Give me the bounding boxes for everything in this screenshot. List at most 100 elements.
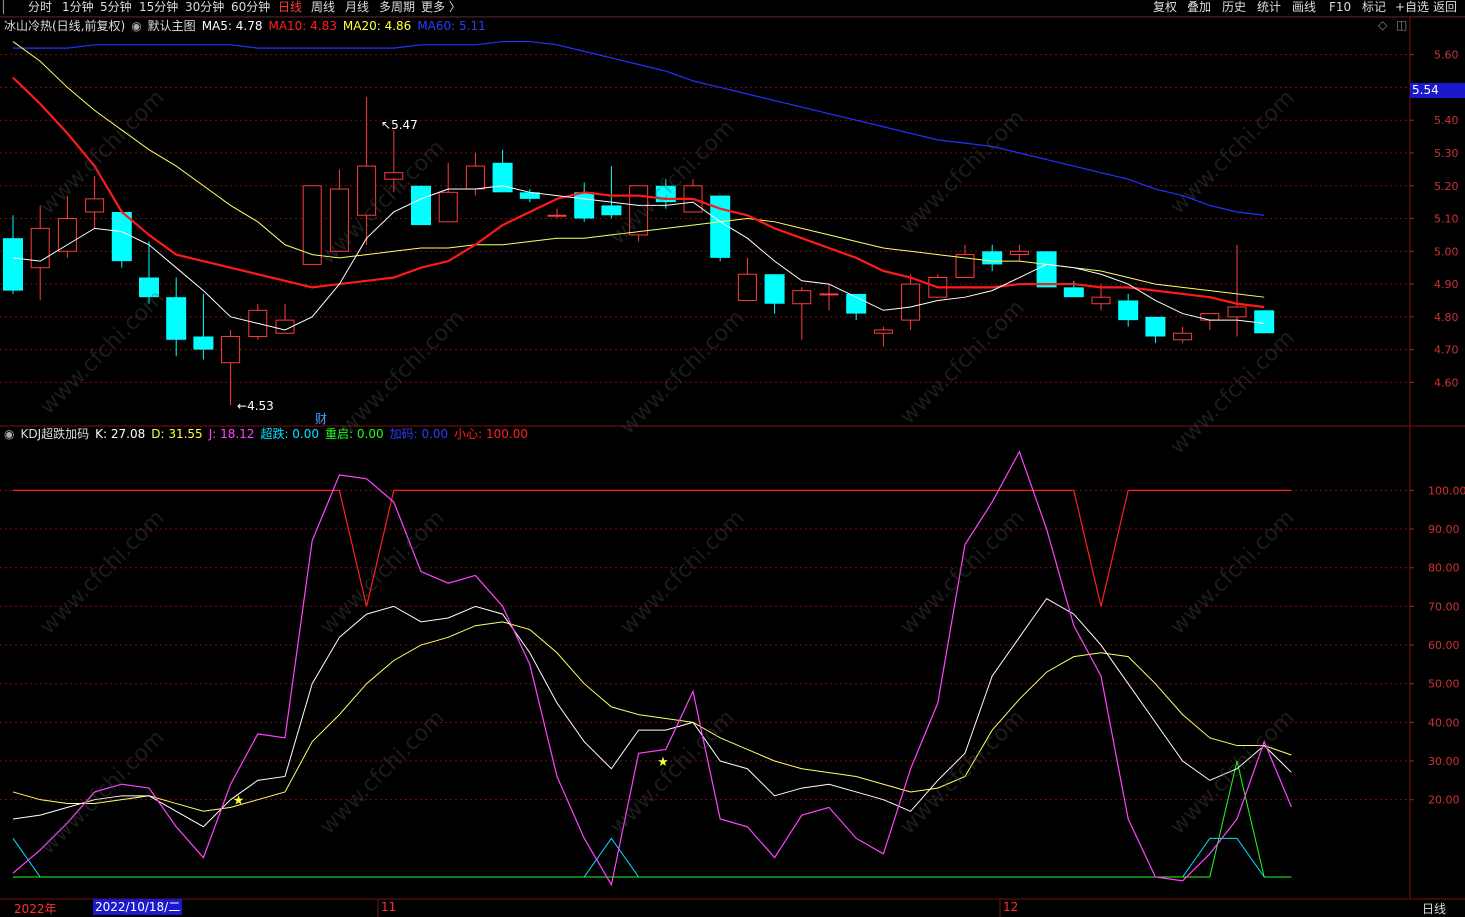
price-tick-label: 4.70	[1434, 344, 1459, 357]
candle-body-down	[411, 185, 431, 226]
candle-body-up	[1227, 306, 1247, 318]
main-chart-info: 冰山冷热(日线,前复权) ◉ 默认主图 MA5: 4.78 MA10: 4.83 MA20…	[4, 17, 492, 35]
xiaoxin-value: 小心: 100.00	[454, 427, 529, 441]
fuquan-button[interactable]: 复权	[1153, 0, 1177, 16]
chaodie-line	[12, 837, 1292, 878]
back-button[interactable]: 返回	[1433, 0, 1457, 16]
chevron-left-icon[interactable]: ▏	[3, 0, 12, 16]
kdj-tick-label: 90.00	[1428, 523, 1460, 536]
candle-body-down	[574, 192, 595, 219]
add-watchlist-button[interactable]: +自选	[1395, 0, 1429, 16]
candle-body-up	[465, 165, 485, 190]
jiama-value: 加码: 0.00	[389, 427, 449, 441]
cursor-date-label: 2022/10/18/二	[93, 899, 183, 915]
kdj-info: ◉ KDJ超跌加码 K: 27.08 D: 31.55 J: 18.12 超跌: 0.00…	[4, 425, 534, 443]
tab-period-more[interactable]: 更多 〉	[421, 0, 461, 16]
price-tick-label: 4.60	[1434, 376, 1459, 389]
current-price-tag: 5.54	[1410, 83, 1465, 98]
candle-body-down	[601, 205, 622, 216]
candle-body-up	[1091, 296, 1111, 305]
kdj-tick-label: 70.00	[1428, 600, 1460, 613]
price-tick-label: 5.30	[1434, 147, 1459, 160]
low-price-marker: ←4.53	[237, 399, 274, 413]
candle-body-up	[438, 191, 458, 223]
mark-button[interactable]: 标记	[1362, 0, 1386, 16]
price-tick-label: 5.00	[1434, 245, 1459, 258]
template-dropdown-icon[interactable]: ◉	[131, 19, 141, 33]
d-value: D: 31.55	[151, 427, 203, 441]
tab-period-1min[interactable]: 1分钟	[62, 0, 94, 16]
ma60-value: MA60: 5.11	[417, 19, 486, 33]
candle-body-down	[1063, 287, 1084, 298]
kdj-tick-label: 50.00	[1428, 678, 1460, 691]
template-name[interactable]: 默认主图	[148, 19, 196, 33]
candle-body-down	[111, 211, 132, 262]
month-label-12: 12	[1003, 900, 1019, 914]
tab-period-week[interactable]: 周线	[311, 0, 335, 16]
high-price-label: 5.47	[391, 118, 418, 132]
chaodie-value: 超跌: 0.00	[260, 427, 320, 441]
candle-body-up	[547, 214, 567, 217]
kdj-tick-label: 60.00	[1428, 639, 1460, 652]
candle-body-up	[737, 273, 757, 301]
price-tick-label: 5.20	[1434, 180, 1459, 193]
candle-body-up	[901, 283, 921, 321]
year-label: 2022年	[14, 902, 57, 916]
high-price-marker: ↖5.47	[381, 118, 418, 132]
history-button[interactable]: 历史	[1222, 0, 1246, 16]
window-icon[interactable]: ◫	[1396, 18, 1407, 32]
kdj-tick-label: 100.00	[1428, 484, 1465, 497]
price-tick-label: 5.60	[1434, 49, 1459, 62]
k-value: K: 27.08	[95, 427, 146, 441]
price-tick-label: 5.40	[1434, 114, 1459, 127]
candle-body-up	[221, 336, 241, 364]
tab-period-multi[interactable]: 多周期	[379, 0, 415, 16]
price-tick-label: 4.80	[1434, 311, 1459, 324]
candle-body-up	[1173, 332, 1193, 341]
candle-body-up	[57, 218, 77, 252]
candle-body-up	[1200, 313, 1220, 321]
candle-body-down	[166, 297, 187, 340]
f10-button[interactable]: F10	[1329, 0, 1351, 16]
signal-star-icon: ★	[233, 794, 245, 809]
tab-period-fenshi[interactable]: 分时	[28, 0, 52, 16]
tab-period-15min[interactable]: 15分钟	[139, 0, 178, 16]
j-line	[12, 450, 1292, 887]
main-chart-title: 冰山冷热(日线,前复权)	[4, 19, 126, 33]
period-toolbar: ▏ 分时 1分钟 5分钟 15分钟 30分钟 60分钟 日线 周线 月线 多周期…	[0, 0, 1465, 17]
tab-period-60min[interactable]: 60分钟	[231, 0, 270, 16]
candle-body-down	[764, 274, 785, 304]
overlay-button[interactable]: 叠加	[1187, 0, 1211, 16]
candle-body-down	[710, 195, 731, 258]
kdj-tick-label: 20.00	[1428, 794, 1460, 807]
kdj-tick-label: 30.00	[1428, 755, 1460, 768]
candle-body-down	[1254, 310, 1275, 334]
candle-body-up	[30, 227, 50, 269]
kdj-title[interactable]: KDJ超跌加码	[20, 427, 89, 441]
ma20-value: MA20: 4.86	[342, 19, 412, 33]
j-value: J: 18.12	[208, 427, 255, 441]
candle-body-down	[193, 336, 214, 350]
finance-event-marker[interactable]: 财	[315, 410, 327, 427]
tab-period-5min[interactable]: 5分钟	[100, 0, 132, 16]
ma5-value: MA5: 4.78	[201, 19, 263, 33]
candle-body-down	[1036, 251, 1057, 288]
ma20-line	[12, 41, 1265, 298]
candle-body-up	[873, 329, 893, 334]
candle-body-down	[1118, 300, 1139, 321]
tab-period-day[interactable]: 日线	[278, 0, 302, 16]
ma10-value: MA10: 4.83	[268, 19, 337, 33]
tab-period-month[interactable]: 月线	[345, 0, 369, 16]
candle-body-up	[1009, 250, 1029, 256]
candle-body-up	[819, 293, 839, 296]
diamond-icon[interactable]: ◇	[1378, 18, 1387, 32]
tab-period-30min[interactable]: 30分钟	[185, 0, 224, 16]
candle-body-down	[1145, 316, 1166, 337]
draw-line-button[interactable]: 画线	[1292, 0, 1316, 16]
month-label-11: 11	[381, 900, 397, 914]
candle-body-down	[3, 238, 23, 291]
indicator-dropdown-icon[interactable]: ◉	[4, 427, 14, 441]
candle-body-up	[792, 290, 812, 305]
stats-button[interactable]: 统计	[1257, 0, 1281, 16]
period-indicator: 日线	[1422, 902, 1447, 916]
